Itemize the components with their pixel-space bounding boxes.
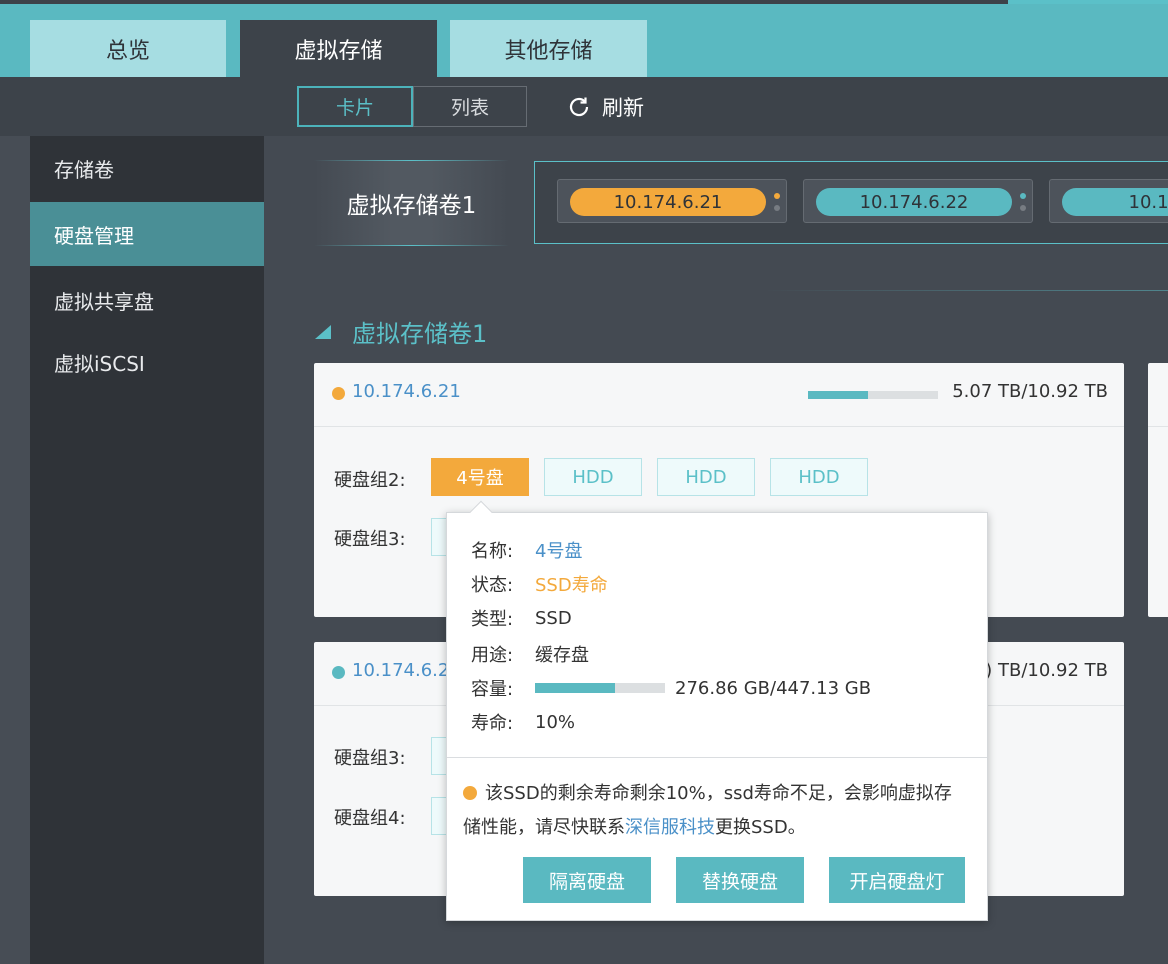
detail-value: SSD (535, 607, 572, 629)
sidebar-item-shared-disk[interactable]: 虚拟共享盘 (30, 268, 264, 332)
server-light (1020, 205, 1026, 211)
sidebar-item-iscsi[interactable]: 虚拟iSCSI (30, 330, 264, 394)
left-edge (0, 136, 30, 964)
detail-value: 276.86 GB/447.13 GB (675, 677, 872, 699)
server-ip-pill: 10.174.6.22 (816, 188, 1012, 216)
server-status-light (1020, 193, 1026, 199)
detail-key: 类型: (471, 609, 514, 630)
disk-group-label: 硬盘组3: (334, 529, 406, 550)
card-header: 10.174.6.21 5.07 TB/10.92 TB (314, 363, 1124, 427)
server-ip-pill: 10.174 (1062, 188, 1168, 216)
toolbar: 卡片 列表 刷新 (0, 77, 1168, 136)
server-node[interactable]: 10.174 (1049, 179, 1168, 223)
disk-group-label: 硬盘组2: (334, 470, 406, 491)
detail-capacity-bar-fill (535, 683, 616, 693)
capacity-bar-fill (808, 391, 869, 399)
card-view-button[interactable]: 卡片 (297, 86, 413, 127)
detail-life-row: 寿命: 10% (471, 709, 575, 735)
volume-tab[interactable]: 虚拟存储卷1 (314, 160, 509, 246)
detail-value: SSD寿命 (535, 575, 608, 596)
list-view-button[interactable]: 列表 (413, 86, 527, 127)
vendor-link[interactable]: 深信服科技 (625, 817, 715, 838)
detail-name-row: 名称: 4号盘 (471, 537, 582, 563)
refresh-button[interactable]: 刷新 (566, 86, 644, 127)
main-tab-bar: 总览 虚拟存储 其他存储 (0, 4, 1168, 77)
section-title[interactable]: 虚拟存储卷1 (314, 314, 487, 349)
detail-key: 容量: (471, 679, 514, 700)
disk-detail-popup: 名称: 4号盘 状态: SSD寿命 类型: SSD 用途: 缓存盘 容量: 27… (446, 500, 988, 921)
server-light (774, 205, 780, 211)
detail-type-row: 类型: SSD (471, 605, 572, 631)
section-title-label: 虚拟存储卷1 (352, 320, 488, 348)
detail-capacity-bar (535, 683, 665, 693)
disk-ssd-4[interactable]: 4号盘 (431, 458, 529, 496)
server-strip: 10.174.6.21 10.174.6.22 10.174 (534, 161, 1168, 244)
detail-key: 名称: (471, 541, 514, 562)
detail-key: 寿命: (471, 713, 514, 734)
replace-disk-button[interactable]: 替换硬盘 (676, 857, 804, 903)
tab-other-storage[interactable]: 其他存储 (450, 20, 647, 77)
disk-hdd[interactable]: HDD (657, 458, 755, 496)
detail-value: 4号盘 (535, 541, 583, 562)
sidebar: 存储卷 硬盘管理 虚拟共享盘 虚拟iSCSI (30, 136, 264, 964)
server-node[interactable]: 10.174.6.22 (803, 179, 1033, 223)
isolate-disk-button[interactable]: 隔离硬盘 (523, 857, 651, 903)
disk-light-button[interactable]: 开启硬盘灯 (829, 857, 965, 903)
collapse-triangle-icon (315, 324, 331, 339)
warning-text-end: 更换SSD。 (715, 817, 806, 838)
detail-key: 状态: (471, 575, 514, 596)
card-ip: 10.174.6.2 (352, 660, 450, 681)
section-divider (764, 290, 1168, 291)
tab-virtual-storage[interactable]: 虚拟存储 (240, 20, 437, 77)
card-header (1148, 363, 1168, 427)
disk-group-label: 硬盘组3: (334, 748, 406, 769)
detail-use-row: 用途: 缓存盘 (471, 641, 589, 667)
disk-group-label: 硬盘组4: (334, 808, 406, 829)
capacity-text: ) TB/10.92 TB (985, 660, 1108, 681)
capacity-text: 5.07 TB/10.92 TB (952, 381, 1108, 402)
sidebar-item-disk-management[interactable]: 硬盘管理 (30, 202, 264, 266)
status-dot (332, 387, 345, 400)
detail-value: 缓存盘 (535, 645, 589, 666)
server-node[interactable]: 10.174.6.21 (557, 179, 787, 223)
capacity-bar (808, 391, 938, 399)
warning-dot-icon (463, 786, 477, 800)
status-dot (332, 666, 345, 679)
server-status-light (774, 193, 780, 199)
server-ip-pill: 10.174.6.21 (570, 188, 766, 216)
detail-value: 10% (535, 711, 576, 733)
refresh-label: 刷新 (602, 95, 644, 120)
tab-overview[interactable]: 总览 (30, 20, 226, 77)
warning-message: 该SSD的剩余寿命剩余10%，ssd寿命不足，会影响虚拟存储性能，请尽快联系深信… (463, 777, 963, 845)
detail-key: 用途: (471, 645, 514, 666)
sidebar-item-volumes[interactable]: 存储卷 (30, 136, 264, 200)
detail-capacity-row: 容量: 276.86 GB/447.13 GB (471, 675, 871, 701)
refresh-icon (569, 97, 589, 116)
server-card-partial (1148, 363, 1168, 617)
detail-status-row: 状态: SSD寿命 (471, 571, 608, 597)
disk-hdd[interactable]: HDD (544, 458, 642, 496)
card-ip: 10.174.6.21 (352, 381, 461, 402)
disk-hdd[interactable]: HDD (770, 458, 868, 496)
popup-separator (447, 757, 987, 758)
